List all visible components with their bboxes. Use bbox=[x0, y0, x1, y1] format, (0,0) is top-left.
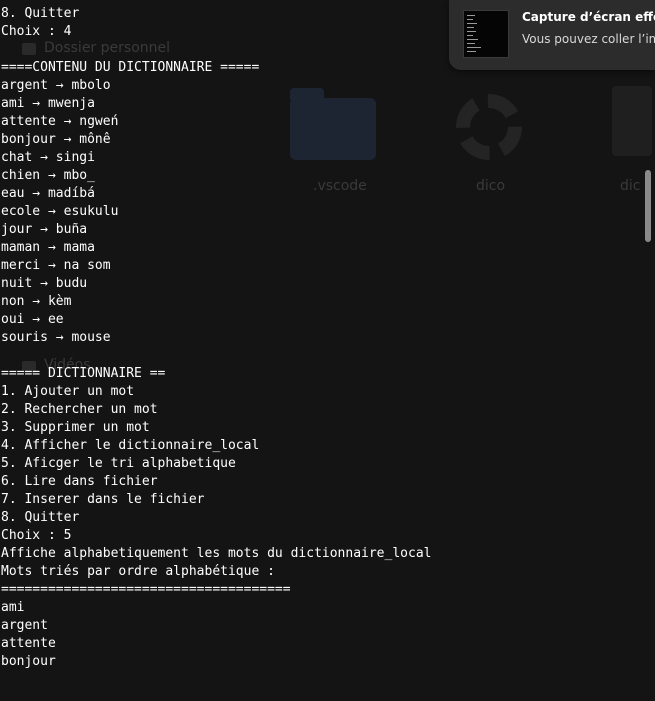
terminal-line: non → kèm bbox=[1, 294, 72, 309]
screenshot-thumbnail bbox=[463, 10, 509, 58]
scrollbar-thumb[interactable] bbox=[645, 170, 651, 242]
terminal-output[interactable]: 8. Quitter Choix : 4 ====CONTENU DU DICTIO… bbox=[0, 0, 640, 701]
terminal-line: ===================================== bbox=[1, 582, 291, 597]
terminal-line: 4. Afficher le dictionnaire_local bbox=[1, 438, 260, 453]
terminal-line: maman → mama bbox=[1, 240, 95, 255]
terminal-line: Mots triés par ordre alphabétique : bbox=[1, 564, 275, 579]
terminal-line: 8. Quitter bbox=[1, 510, 80, 525]
terminal-line: 6. Lire dans fichier bbox=[1, 474, 158, 489]
terminal-scrollbar[interactable] bbox=[641, 0, 655, 701]
notification-title: Capture d’écran effect bbox=[522, 10, 655, 24]
terminal-line: eau → madíbá bbox=[1, 186, 95, 201]
terminal-line: argent bbox=[1, 618, 48, 633]
terminal-line: ami → mwenja bbox=[1, 96, 95, 111]
terminal-line: 7. Inserer dans le fichier bbox=[1, 492, 205, 507]
terminal-line: souris → mouse bbox=[1, 330, 111, 345]
terminal-line: attente → ngweń bbox=[1, 114, 119, 129]
terminal-line: bonjour → mônê bbox=[1, 132, 111, 147]
terminal-line: jour → buña bbox=[1, 222, 88, 237]
terminal-line: Affiche alphabetiquement les mots du dic… bbox=[1, 546, 432, 561]
terminal-lines: 8. Quitter Choix : 4 ====CONTENU DU DICTIO… bbox=[1, 5, 640, 671]
terminal-line: 5. Aficger le tri alphabetique bbox=[1, 456, 236, 471]
terminal-line: attente bbox=[1, 636, 56, 651]
terminal-line: argent → mbolo bbox=[1, 78, 111, 93]
screenshot-notification[interactable]: Capture d’écran effect Vous pouvez colle… bbox=[449, 0, 655, 70]
terminal-line: ecole → esukulu bbox=[1, 204, 119, 219]
terminal-line: 1. Ajouter un mot bbox=[1, 384, 135, 399]
notification-body: Vous pouvez coller l’im bbox=[522, 32, 655, 46]
terminal-line: chien → mbo_ bbox=[1, 168, 95, 183]
terminal-line: oui → ee bbox=[1, 312, 64, 327]
terminal-line: ami bbox=[1, 600, 25, 615]
terminal-line: merci → na som bbox=[1, 258, 111, 273]
terminal-line: chat → singi bbox=[1, 150, 95, 165]
terminal-line: Choix : 5 bbox=[1, 528, 72, 543]
terminal-line: 3. Supprimer un mot bbox=[1, 420, 150, 435]
terminal-line: nuit → budu bbox=[1, 276, 88, 291]
terminal-line: bonjour bbox=[1, 654, 56, 669]
terminal-line: 2. Rechercher un mot bbox=[1, 402, 158, 417]
terminal-line: ===== DICTIONNAIRE == bbox=[1, 366, 166, 381]
